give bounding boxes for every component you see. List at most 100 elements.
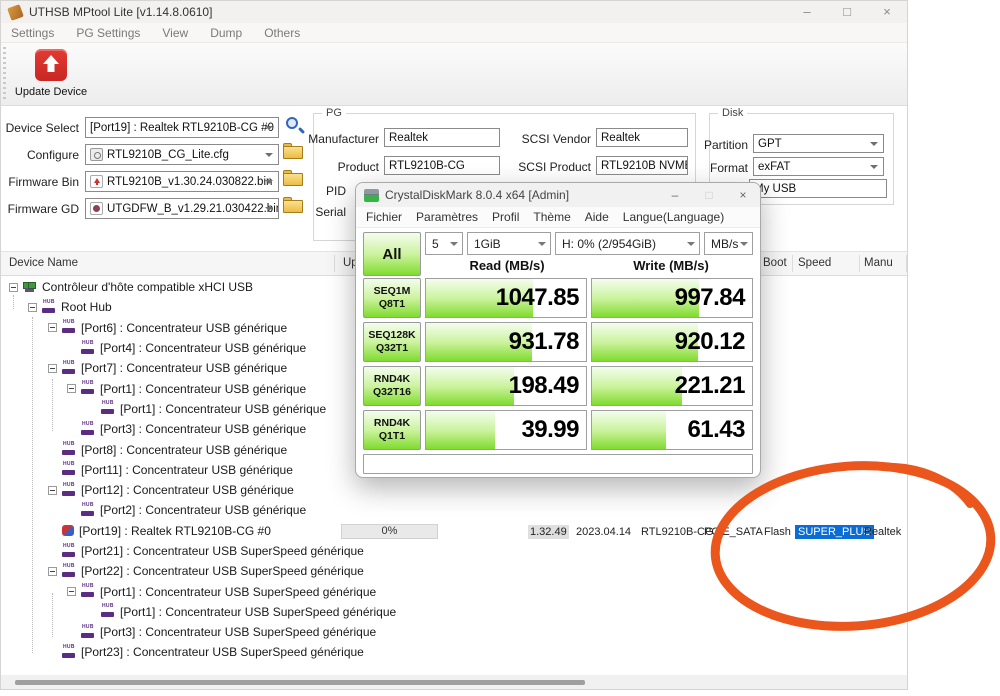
cdm-menubar: Fichier Paramètres Profil Thème Aide Lan… [356, 207, 760, 228]
horizontal-scrollbar[interactable] [1, 675, 907, 689]
scsi-vendor-input[interactable]: Realtek [596, 128, 688, 147]
firmware-bin-label: Firmware Bin [1, 175, 79, 189]
usb-hub-icon [101, 606, 115, 617]
test-seq128k-q32t1-button[interactable]: SEQ128KQ32T1 [363, 322, 421, 362]
test-count-select[interactable]: 5 [425, 232, 463, 255]
collapse-toggle-icon[interactable] [48, 567, 57, 576]
search-icon [286, 117, 298, 129]
cdm-window-title: CrystalDiskMark 8.0.4 x64 [Admin] [385, 188, 569, 202]
cdm-menu-parametres[interactable]: Paramètres [416, 210, 478, 224]
usb-hub-icon [62, 647, 76, 658]
cdm-minimize-button[interactable]: – [658, 188, 692, 202]
run-all-button[interactable]: All [363, 232, 421, 276]
collapse-toggle-icon[interactable] [9, 283, 18, 292]
titlebar: UTHSB MPtool Lite [v1.14.8.0610] – □ × [1, 1, 907, 23]
progress-text: 0% [382, 525, 398, 537]
tree-node[interactable]: [Port22] : Concentrateur USB SuperSpeed … [1, 561, 904, 581]
tree-node[interactable]: [Port21] : Concentrateur USB SuperSpeed … [1, 541, 904, 561]
test-size-select[interactable]: 1GiB [467, 232, 551, 255]
volume-label-input[interactable]: My USB [749, 179, 887, 198]
cdm-menu-fichier[interactable]: Fichier [366, 210, 402, 224]
update-progress-bar: 0% [341, 524, 438, 539]
close-button[interactable]: × [867, 1, 907, 23]
scsi-product-input[interactable]: RTL9210B NVME [596, 156, 688, 175]
manu-value: Realtek [864, 525, 901, 539]
fw-date-value: 2023.04.14 [576, 525, 631, 539]
port19-row-values: 0% 1.32.49 2023.04.14 RTL9210B-CG PCIE_S… [1, 524, 907, 540]
partition-combo[interactable]: GPT [753, 134, 884, 153]
cdm-menu-langue[interactable]: Langue(Language) [623, 210, 724, 224]
usb-hub-icon [101, 403, 115, 414]
menu-pg-settings[interactable]: PG Settings [76, 26, 140, 40]
menu-others[interactable]: Others [264, 26, 300, 40]
tree-node-label: [Port6] : Concentrateur USB générique [81, 321, 287, 335]
read-result-value: 198.49 [509, 372, 579, 400]
pg-group-legend: PG [322, 107, 346, 119]
target-drive-select[interactable]: H: 0% (2/954GiB) [555, 232, 700, 255]
collapse-toggle-icon[interactable] [28, 303, 37, 312]
update-device-button[interactable]: Update Device [11, 47, 91, 103]
col-boot[interactable]: Boot [763, 257, 787, 269]
usb-controller-icon [23, 282, 37, 293]
result-bar [592, 367, 682, 405]
toolbar-grip[interactable] [3, 47, 6, 101]
col-speed[interactable]: Speed [798, 257, 831, 269]
tree-node[interactable]: [Port3] : Concentrateur USB SuperSpeed g… [1, 622, 904, 642]
test-seq1m-q8t1-button[interactable]: SEQ1MQ8T1 [363, 278, 421, 318]
cdm-close-button[interactable]: × [726, 188, 760, 202]
usb-hub-icon [81, 586, 95, 597]
tree-node-label: [Port4] : Concentrateur USB générique [100, 341, 306, 355]
collapse-toggle-icon[interactable] [67, 587, 76, 596]
read-result-value: 1047.85 [496, 284, 579, 312]
write-result-cell: 61.43 [591, 410, 753, 450]
mode-value: PCIE_SATA [704, 525, 763, 539]
firmware-gd-file-icon [90, 202, 103, 215]
tree-node-label: [Port7] : Concentrateur USB générique [81, 361, 287, 375]
col-device-name[interactable]: Device Name [9, 257, 78, 269]
toolbar: Update Device [1, 43, 907, 106]
tree-node-label: [Port12] : Concentrateur USB générique [81, 483, 294, 497]
tree-node[interactable]: [Port23] : Concentrateur USB SuperSpeed … [1, 642, 904, 662]
cdm-menu-theme[interactable]: Thème [533, 210, 570, 224]
tree-node[interactable]: [Port12] : Concentrateur USB générique [1, 480, 904, 500]
cdm-maximize-button[interactable]: □ [692, 188, 726, 202]
col-manu[interactable]: Manu [864, 257, 893, 269]
tree-node-label: [Port3] : Concentrateur USB SuperSpeed g… [100, 625, 376, 639]
test-rnd4k-q1t1-button[interactable]: RND4KQ1T1 [363, 410, 421, 450]
comment-input[interactable] [363, 454, 753, 474]
usb-hub-icon [62, 546, 76, 557]
tree-node-label: [Port1] : Concentrateur USB SuperSpeed g… [120, 605, 396, 619]
minimize-button[interactable]: – [787, 1, 827, 23]
disk-group-legend: Disk [718, 107, 747, 119]
benchmark-results: SEQ1MQ8T1 1047.85 997.84 SEQ128KQ32T1 93… [363, 278, 753, 450]
tree-node[interactable]: [Port1] : Concentrateur USB SuperSpeed g… [1, 602, 904, 622]
format-combo[interactable]: exFAT [753, 157, 884, 176]
cdm-menu-aide[interactable]: Aide [585, 210, 609, 224]
serial-label: Serial [241, 205, 346, 219]
read-result-cell: 1047.85 [425, 278, 587, 318]
tree-node-label: [Port23] : Concentrateur USB SuperSpeed … [81, 645, 364, 659]
format-label: Format [691, 161, 748, 175]
cdm-menu-profil[interactable]: Profil [492, 210, 519, 224]
collapse-toggle-icon[interactable] [48, 486, 57, 495]
tree-node-label: [Port11] : Concentrateur USB générique [81, 463, 293, 477]
menu-settings[interactable]: Settings [11, 26, 54, 40]
tree-node[interactable]: [Port2] : Concentrateur USB générique [1, 500, 904, 520]
tree-node-label: [Port8] : Concentrateur USB générique [81, 443, 287, 457]
tree-node[interactable]: [Port1] : Concentrateur USB SuperSpeed g… [1, 581, 904, 601]
scrollbar-thumb[interactable] [15, 680, 585, 685]
unit-select[interactable]: MB/s [704, 232, 753, 255]
tree-node-label: Root Hub [61, 300, 112, 314]
collapse-toggle-icon[interactable] [48, 364, 57, 373]
maximize-button[interactable]: □ [827, 1, 867, 23]
app-icon [7, 4, 24, 21]
tree-node-label: Contrôleur d'hôte compatible xHCI USB [42, 280, 253, 294]
menu-dump[interactable]: Dump [210, 26, 242, 40]
menu-view[interactable]: View [162, 26, 188, 40]
result-bar [426, 411, 495, 449]
tree-node-label: [Port1] : Concentrateur USB générique [120, 402, 326, 416]
scsi-vendor-label: SCSI Vendor [471, 132, 591, 146]
test-rnd4k-q32t16-button[interactable]: RND4KQ32T16 [363, 366, 421, 406]
collapse-toggle-icon[interactable] [48, 323, 57, 332]
collapse-toggle-icon[interactable] [67, 384, 76, 393]
